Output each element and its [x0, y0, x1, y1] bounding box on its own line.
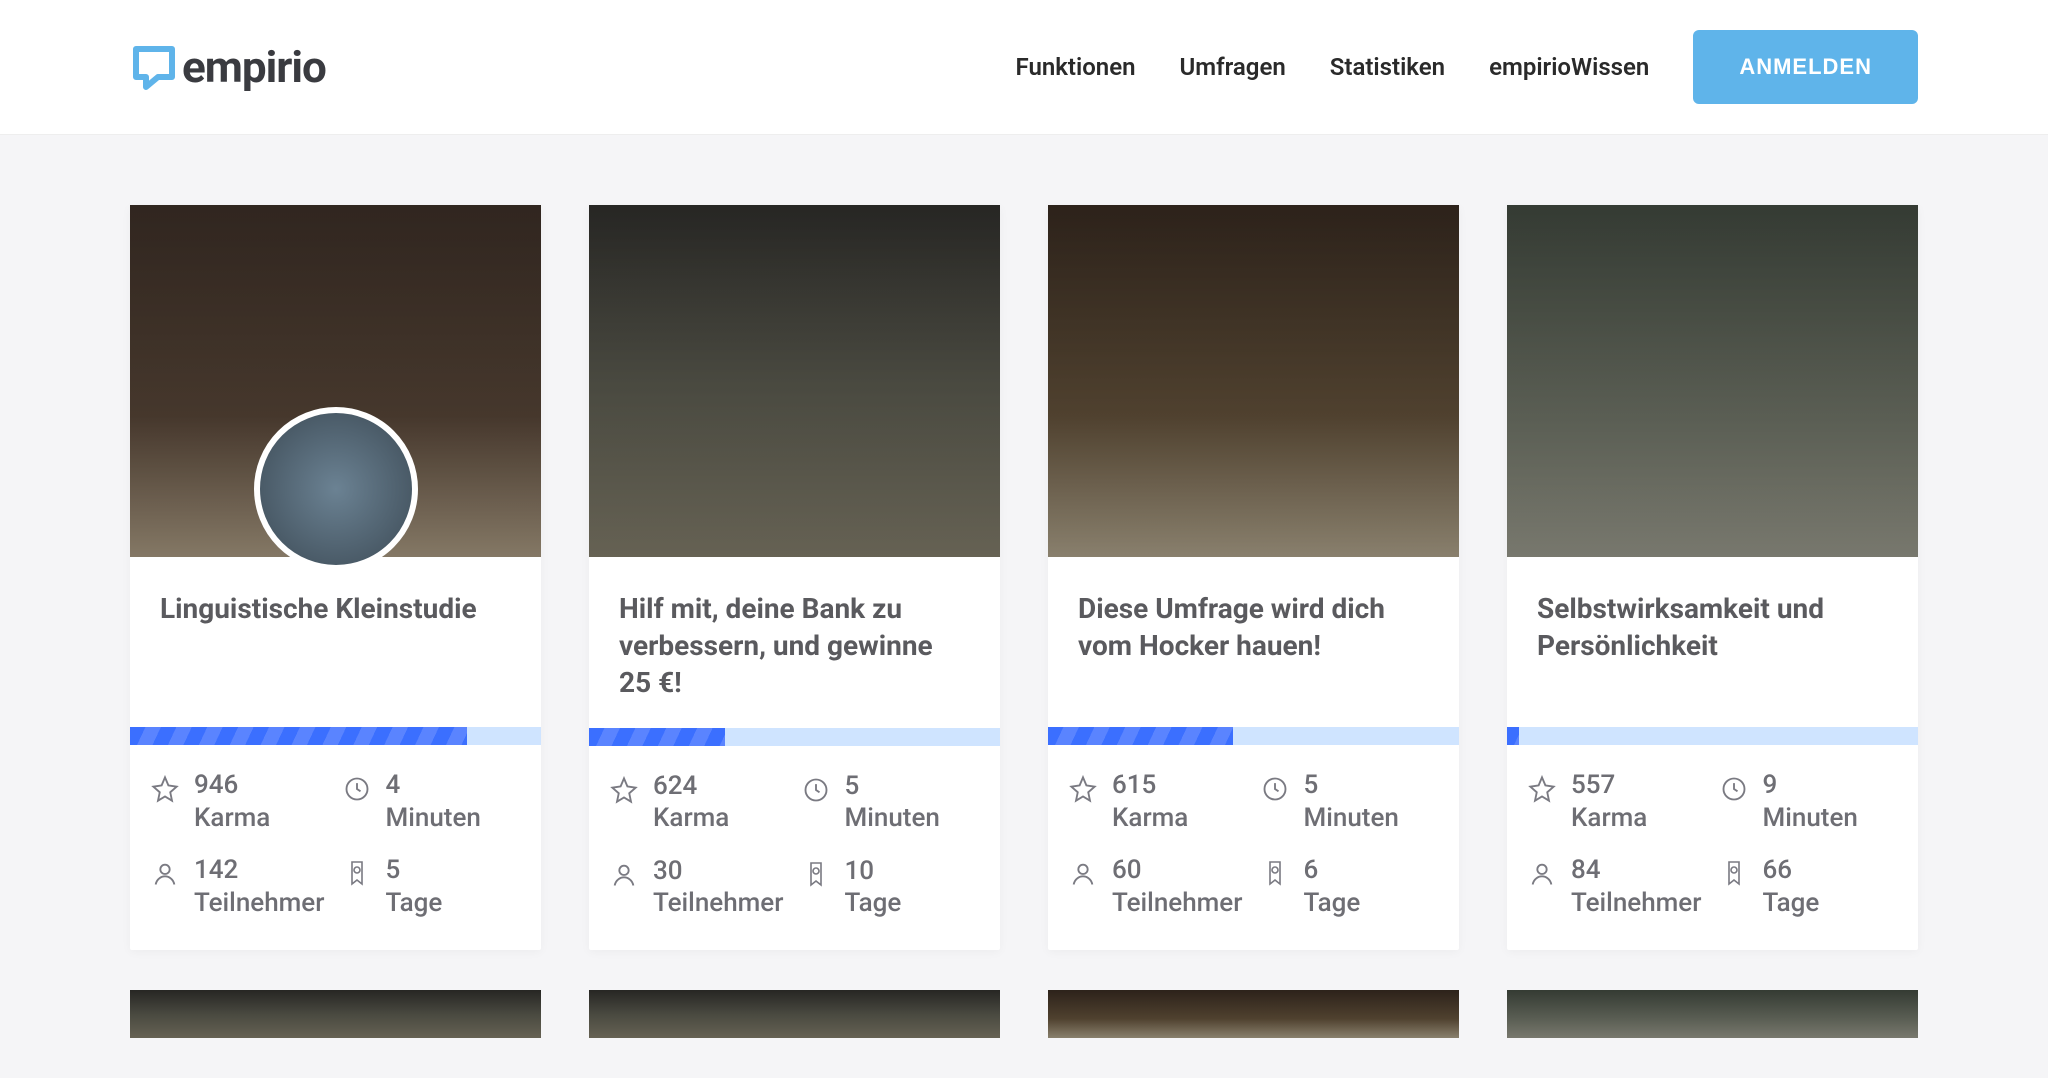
nav-statistiken[interactable]: Statistiken	[1330, 53, 1445, 81]
card-title: Hilf mit, deine Bank zu verbessern, und …	[619, 591, 970, 702]
user-icon	[1527, 860, 1557, 890]
progress-fill	[1507, 727, 1519, 745]
survey-card[interactable]: Linguistische Kleinstudie 946 Karma 4 Mi…	[130, 205, 541, 950]
star-icon	[150, 775, 180, 805]
card-stats: 557 Karma 9 Minuten 84 Teilnehmer	[1507, 745, 1918, 949]
user-icon	[609, 861, 639, 891]
survey-card[interactable]: Selbstwirksamkeit und Persönlichkeit 557…	[1507, 205, 1918, 950]
stat-participants: 60 Teilnehmer	[1068, 854, 1248, 919]
progress-bar	[1048, 727, 1459, 745]
card-title: Diese Umfrage wird dich vom Hocker hauen…	[1078, 591, 1429, 665]
stat-duration: 4 Minuten	[342, 769, 522, 834]
card-body: Diese Umfrage wird dich vom Hocker hauen…	[1048, 557, 1459, 727]
stat-karma: 946 Karma	[150, 769, 330, 834]
survey-card-peek[interactable]	[1507, 990, 1918, 1038]
card-body: Hilf mit, deine Bank zu verbessern, und …	[589, 557, 1000, 728]
survey-card[interactable]: Diese Umfrage wird dich vom Hocker hauen…	[1048, 205, 1459, 950]
user-icon	[150, 860, 180, 890]
card-stats: 946 Karma 4 Minuten 142 Teilnehmer	[130, 745, 541, 949]
card-image	[589, 205, 1000, 557]
clock-icon	[342, 775, 372, 805]
nav-umfragen[interactable]: Umfragen	[1180, 53, 1286, 81]
card-title: Linguistische Kleinstudie	[160, 591, 511, 628]
stat-participants: 142 Teilnehmer	[150, 854, 330, 919]
logo-text: empirio	[182, 41, 326, 93]
survey-grid: Linguistische Kleinstudie 946 Karma 4 Mi…	[0, 135, 2048, 990]
avatar	[254, 407, 418, 571]
survey-card[interactable]: Hilf mit, deine Bank zu verbessern, und …	[589, 205, 1000, 950]
stat-duration: 5 Minuten	[1260, 769, 1440, 834]
clock-icon	[1260, 775, 1290, 805]
nav-empiriowissen[interactable]: empirioWissen	[1489, 53, 1649, 81]
card-image	[130, 205, 541, 557]
card-stats: 624 Karma 5 Minuten 30 Teilnehmer	[589, 746, 1000, 950]
ribbon-icon	[1260, 860, 1290, 890]
stat-participants: 84 Teilnehmer	[1527, 854, 1707, 919]
progress-fill	[130, 727, 467, 745]
card-body: Selbstwirksamkeit und Persönlichkeit	[1507, 557, 1918, 727]
star-icon	[609, 776, 639, 806]
survey-card-peek[interactable]	[130, 990, 541, 1038]
clock-icon	[1719, 775, 1749, 805]
stat-karma: 615 Karma	[1068, 769, 1248, 834]
progress-bar	[1507, 727, 1918, 745]
stat-days: 10 Tage	[801, 855, 981, 920]
stat-days: 66 Tage	[1719, 854, 1899, 919]
card-body: Linguistische Kleinstudie	[130, 557, 541, 727]
progress-fill	[1048, 727, 1233, 745]
stat-days: 6 Tage	[1260, 854, 1440, 919]
stat-karma: 624 Karma	[609, 770, 789, 835]
ribbon-icon	[801, 861, 831, 891]
stat-karma: 557 Karma	[1527, 769, 1707, 834]
survey-grid-row2	[0, 990, 2048, 1078]
card-title: Selbstwirksamkeit und Persönlichkeit	[1537, 591, 1888, 665]
stat-duration: 9 Minuten	[1719, 769, 1899, 834]
stat-days: 5 Tage	[342, 854, 522, 919]
progress-bar	[130, 727, 541, 745]
survey-card-peek[interactable]	[1048, 990, 1459, 1038]
star-icon	[1527, 775, 1557, 805]
ribbon-icon	[342, 860, 372, 890]
card-image	[1048, 205, 1459, 557]
login-button[interactable]: ANMELDEN	[1693, 30, 1918, 104]
ribbon-icon	[1719, 860, 1749, 890]
nav-funktionen[interactable]: Funktionen	[1016, 53, 1136, 81]
stat-participants: 30 Teilnehmer	[609, 855, 789, 920]
logo-icon	[130, 43, 178, 91]
progress-bar	[589, 728, 1000, 746]
progress-fill	[589, 728, 725, 746]
stat-duration: 5 Minuten	[801, 770, 981, 835]
card-stats: 615 Karma 5 Minuten 60 Teilnehmer	[1048, 745, 1459, 949]
user-icon	[1068, 860, 1098, 890]
survey-card-peek[interactable]	[589, 990, 1000, 1038]
logo[interactable]: empirio	[130, 41, 326, 93]
star-icon	[1068, 775, 1098, 805]
clock-icon	[801, 776, 831, 806]
nav: Funktionen Umfragen Statistiken empirioW…	[1016, 30, 1918, 104]
card-image	[1507, 205, 1918, 557]
header: empirio Funktionen Umfragen Statistiken …	[0, 0, 2048, 135]
